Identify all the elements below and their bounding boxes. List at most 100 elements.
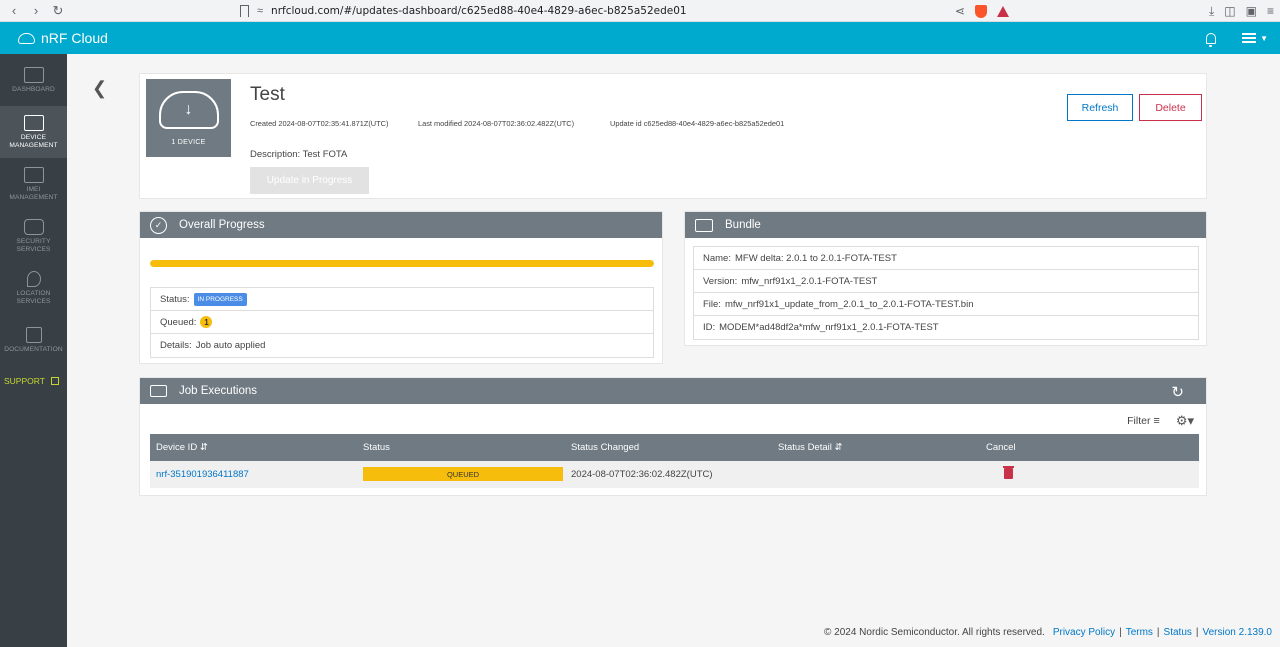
bookmark-icon[interactable] — [240, 5, 249, 17]
back-icon[interactable]: ‹ — [4, 1, 24, 21]
bundle-info-table: Name: MFW delta: 2.0.1 to 2.0.1-FOTA-TES… — [693, 246, 1199, 340]
delete-button[interactable]: Delete — [1139, 94, 1202, 121]
brave-rewards-icon[interactable] — [996, 5, 1009, 17]
bundle-file-row: File: mfw_nrf91x1_update_from_2.0.1_to_2… — [694, 293, 1198, 316]
column-cancel: Cancel — [986, 442, 1016, 453]
progress-bar — [150, 260, 654, 267]
table-row: nrf-351901936411887 QUEUED 2024-08-07T02… — [150, 461, 1199, 488]
version-value: mfw_nrf91x1_2.0.1-FOTA-TEST — [741, 275, 878, 287]
column-status: Status — [363, 442, 390, 453]
forward-icon[interactable]: › — [26, 1, 46, 21]
description: Description: Test FOTA — [250, 149, 347, 160]
address-bar[interactable]: nrfcloud.com/#/updates-dashboard/c625ed8… — [271, 5, 687, 17]
sidebar-item-label: DASHBOARD — [12, 85, 55, 93]
details-value: Job auto applied — [195, 340, 266, 351]
details-label: Details: — [160, 340, 192, 351]
description-value: Test FOTA — [302, 149, 348, 160]
refresh-icon[interactable]: ↻ — [1171, 383, 1184, 401]
version-link[interactable]: Version 2.139.0 — [1203, 627, 1273, 638]
device-id-link[interactable]: nrf-351901936411887 — [156, 469, 249, 480]
status-row: Status: IN PROGRESS — [151, 288, 653, 311]
footer: © 2024 Nordic Semiconductor. All rights … — [824, 627, 1272, 638]
wallet-icon[interactable]: ▣ — [1246, 4, 1257, 18]
bundle-id-row: ID: MODEM*ad48df2a*mfw_nrf91x1_2.0.1-FOT… — [694, 316, 1198, 339]
app-header: nRF Cloud ▼ — [0, 22, 1280, 54]
brave-shield-icon[interactable] — [974, 4, 987, 18]
sort-icon: ⇵ — [199, 442, 208, 453]
sidebar-item-location-services[interactable]: LOCATION SERVICES — [0, 262, 67, 314]
bundle-name-row: Name: MFW delta: 2.0.1 to 2.0.1-FOTA-TES… — [694, 247, 1198, 270]
device-management-icon — [23, 114, 44, 131]
browser-menu-icon[interactable]: ≡ — [1267, 4, 1274, 18]
refresh-button[interactable]: Refresh — [1067, 94, 1133, 121]
update-in-progress-button[interactable]: Update in Progress — [250, 167, 369, 194]
bundle-header: Bundle — [685, 212, 1206, 238]
device-thumbnail: ↓ 1 DEVICE — [146, 79, 231, 157]
browser-toolbar: ‹ › ↻ ≈ nrfcloud.com/#/updates-dashboard… — [0, 0, 1280, 22]
panel-title: Job Executions — [179, 385, 257, 397]
camera-icon — [150, 385, 167, 397]
sidebar-item-dashboard[interactable]: DASHBOARD — [0, 54, 67, 106]
site-settings-icon[interactable]: ≈ — [257, 5, 263, 17]
support-label: SUPPORT — [4, 376, 45, 386]
trash-icon[interactable] — [1003, 466, 1014, 479]
bell-icon[interactable] — [1206, 32, 1217, 47]
lock-icon — [23, 218, 44, 235]
panel-title: Bundle — [725, 219, 761, 231]
status-label: Status: — [160, 293, 190, 305]
divider: | — [1119, 627, 1122, 638]
dashboard-icon — [23, 66, 44, 83]
privacy-policy-link[interactable]: Privacy Policy — [1053, 627, 1115, 638]
sidebar-item-device-management[interactable]: DEVICE MANAGEMENT — [0, 106, 67, 158]
column-label: Device ID — [156, 442, 198, 453]
column-device-id[interactable]: Device ID ⇵ — [156, 442, 208, 453]
column-status-detail[interactable]: Status Detail ⇵ — [778, 442, 842, 453]
support-link[interactable]: SUPPORT — [0, 366, 67, 386]
status-link[interactable]: Status — [1164, 627, 1192, 638]
sidebar-item-security-services[interactable]: SECURITY SERVICES — [0, 210, 67, 262]
app-name: nRF Cloud — [41, 30, 108, 46]
sidebar-item-imei-management[interactable]: IMEI MANAGEMENT — [0, 158, 67, 210]
update-summary-card: ↓ 1 DEVICE Test Created 2024-08-07T02:35… — [139, 73, 1207, 199]
sidebar-item-documentation[interactable]: DOCUMENTATION — [0, 314, 67, 366]
overall-progress-card: ✓ Overall Progress Status: IN PROGRESS Q… — [139, 211, 663, 364]
queued-row: Queued: 1 — [151, 311, 653, 334]
sort-icon: ⇵ — [834, 442, 843, 453]
name-value: MFW delta: 2.0.1 to 2.0.1-FOTA-TEST — [734, 252, 897, 264]
share-icon[interactable]: ⋖ — [955, 4, 965, 18]
location-pin-icon — [26, 270, 41, 287]
id-label: ID: — [703, 322, 716, 333]
status-queued-badge: QUEUED — [363, 467, 563, 481]
job-executions-table: Device ID ⇵ Status Status Changed Status… — [150, 434, 1199, 488]
divider: | — [1195, 627, 1199, 638]
terms-link[interactable]: Terms — [1126, 627, 1153, 638]
external-link-icon — [50, 377, 59, 385]
panel-title: Overall Progress — [179, 219, 265, 231]
cloud-icon — [18, 32, 35, 44]
version-label: Version: — [703, 275, 738, 287]
bundle-version-row: Version: mfw_nrf91x1_2.0.1-FOTA-TEST — [694, 270, 1198, 293]
queued-label: Queued: — [160, 316, 197, 328]
check-circle-icon: ✓ — [150, 216, 167, 234]
cloud-download-icon: ↓ — [158, 90, 219, 129]
main-menu-button[interactable]: ▼ — [1242, 33, 1268, 43]
chevron-down-icon: ▼ — [1260, 33, 1268, 43]
job-executions-card: Job Executions ↻ Filter ≡ ⚙▾ Device ID ⇵… — [139, 377, 1207, 496]
gear-icon[interactable]: ⚙▾ — [1176, 413, 1194, 429]
filter-button[interactable]: Filter ≡ — [1127, 415, 1160, 427]
nrf-cloud-logo[interactable]: nRF Cloud — [0, 30, 108, 46]
progress-info-table: Status: IN PROGRESS Queued: 1 Details: J… — [150, 287, 654, 358]
file-label: File: — [703, 298, 721, 310]
document-icon — [25, 326, 42, 343]
status-changed-value: 2024-08-07T02:36:02.482Z(UTC) — [571, 469, 713, 480]
file-value: mfw_nrf91x1_update_from_2.0.1_to_2.0.1-F… — [724, 298, 974, 310]
sidebar-toggle-icon[interactable]: ◫ — [1224, 4, 1235, 18]
copyright: © 2024 Nordic Semiconductor. All rights … — [824, 627, 1045, 638]
filter-label: Filter — [1127, 415, 1151, 427]
back-button[interactable]: ❮ — [92, 78, 107, 99]
reload-icon[interactable]: ↻ — [48, 1, 68, 21]
download-icon[interactable]: ⤓ — [1209, 4, 1214, 19]
sidebar-item-label: LOCATION SERVICES — [16, 289, 51, 305]
description-label: Description: — [250, 149, 301, 160]
briefcase-icon — [695, 218, 713, 232]
